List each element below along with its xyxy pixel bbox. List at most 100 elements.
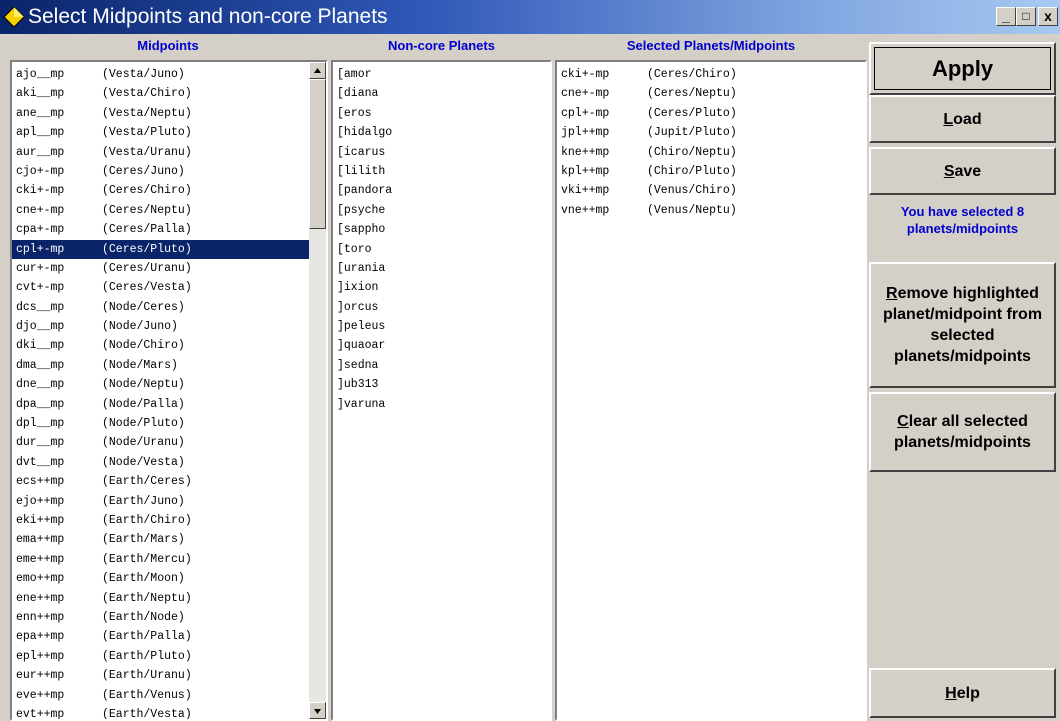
list-item[interactable]: enn++mp (Earth/Node) [12,608,309,627]
list-item[interactable]: ]sedna [333,356,550,375]
save-button[interactable]: Save [869,147,1056,195]
midpoints-list[interactable]: ajo__mp (Vesta/Juno) aki__mp (Vesta/Chiro) a… [10,60,328,721]
list-item[interactable]: cne+-mp (Ceres/Neptu) [12,201,309,220]
list-item[interactable]: [diana [333,84,550,103]
list-item[interactable]: ]peleus [333,317,550,336]
list-item[interactable]: kne++mp (Chiro/Neptu) [557,143,865,162]
list-item[interactable]: ene++mp (Earth/Neptu) [12,589,309,608]
item-code: ecs++mp [16,475,65,489]
list-item[interactable]: cpl+-mp (Ceres/Pluto) [12,239,309,259]
list-item[interactable]: ema++mp (Earth/Mars) [12,530,309,549]
item-name: (Vesta/Uranu) [102,145,192,159]
list-item[interactable]: ejo++mp (Earth/Juno) [12,492,309,511]
list-item[interactable]: jpl++mp (Jupit/Pluto) [557,123,865,142]
list-item[interactable]: ]quaoar [333,336,550,355]
item-label: ]varuna [337,397,386,411]
item-name: (Node/Uranu) [102,436,185,450]
item-code: dma__mp [16,358,65,372]
item-code: dki__mp [16,339,65,353]
list-item[interactable]: epa++mp (Earth/Palla) [12,627,309,646]
close-button[interactable]: x [1038,7,1058,26]
list-item[interactable]: [urania [333,259,550,278]
scroll-up-button[interactable] [309,62,326,79]
list-item[interactable]: dki__mp (Node/Chiro) [12,336,309,355]
item-label: ]ub313 [337,378,379,392]
item-name: (Ceres/Pluto) [647,106,737,120]
list-item[interactable]: dne__mp (Node/Neptu) [12,375,309,394]
list-item[interactable]: ]orcus [333,298,550,317]
item-code: dpa__mp [16,397,65,411]
list-item[interactable]: dpa__mp (Node/Palla) [12,395,309,414]
list-item[interactable]: [amor [333,65,550,84]
item-label: [sappho [337,223,386,237]
noncore-list[interactable]: [amor [diana [eros [hidalgo [icarus [lilith [p… [331,60,552,721]
apply-button[interactable]: Apply [869,42,1056,95]
list-item[interactable]: eme++mp (Earth/Mercu) [12,550,309,569]
list-item[interactable]: eur++mp (Earth/Uranu) [12,666,309,685]
load-button[interactable]: Load [869,95,1056,143]
load-label: Load [943,110,982,128]
item-name: (Node/Pluto) [102,417,185,431]
list-item[interactable]: aur__mp (Vesta/Uranu) [12,143,309,162]
list-item[interactable]: [toro [333,240,550,259]
list-item[interactable]: eve++mp (Earth/Venus) [12,686,309,705]
list-item[interactable]: cjo+-mp (Ceres/Juno) [12,162,309,181]
list-item[interactable]: [hidalgo [333,123,550,142]
item-code: ema++mp [16,533,65,547]
list-item[interactable]: dcs__mp (Node/Ceres) [12,298,309,317]
list-item[interactable]: eki++mp (Earth/Chiro) [12,511,309,530]
list-item[interactable]: cpa+-mp (Ceres/Palla) [12,220,309,239]
list-item[interactable]: epl++mp (Earth/Pluto) [12,647,309,666]
item-name: (Ceres/Palla) [102,223,192,237]
midpoints-scrollbar[interactable] [309,62,326,719]
list-item[interactable]: cki+-mp (Ceres/Chiro) [557,65,865,84]
remove-button[interactable]: Remove highlighted planet/midpoint from … [869,262,1056,388]
list-item[interactable]: ane__mp (Vesta/Neptu) [12,104,309,123]
list-item[interactable]: dma__mp (Node/Mars) [12,356,309,375]
list-item[interactable]: evt++mp (Earth/Vesta) [12,705,309,719]
list-item[interactable]: vki++mp (Venus/Chiro) [557,181,865,200]
list-item[interactable]: ecs++mp (Earth/Ceres) [12,472,309,491]
list-item[interactable]: [icarus [333,143,550,162]
help-button[interactable]: Help [869,668,1056,718]
list-item[interactable]: [pandora [333,181,550,200]
selected-list[interactable]: cki+-mp (Ceres/Chiro) cne+-mp (Ceres/Neptu)… [555,60,867,721]
list-item[interactable]: cne+-mp (Ceres/Neptu) [557,84,865,103]
item-code: cjo+-mp [16,164,65,178]
list-item[interactable]: ajo__mp (Vesta/Juno) [12,65,309,84]
item-code: ene++mp [16,591,65,605]
item-name: (Ceres/Juno) [102,164,185,178]
list-item[interactable]: ]ub313 [333,375,550,394]
list-item[interactable]: [lilith [333,162,550,181]
list-item[interactable]: emo++mp (Earth/Moon) [12,569,309,588]
title-bar[interactable]: Select Midpoints and non-core Planets _ … [0,0,1060,34]
list-item[interactable]: [psyche [333,201,550,220]
item-code: djo__mp [16,320,65,334]
list-item[interactable]: djo__mp (Node/Juno) [12,317,309,336]
list-item[interactable]: cvt+-mp (Ceres/Vesta) [12,278,309,297]
item-name: (Vesta/Chiro) [102,87,192,101]
list-item[interactable]: cur+-mp (Ceres/Uranu) [12,259,309,278]
list-item[interactable]: aki__mp (Vesta/Chiro) [12,84,309,103]
clear-all-button[interactable]: Clear all selected planets/midpoints [869,392,1056,472]
list-item[interactable]: [sappho [333,220,550,239]
list-item[interactable]: vne++mp (Venus/Neptu) [557,201,865,220]
item-name: (Ceres/Chiro) [102,184,192,198]
list-item[interactable]: apl__mp (Vesta/Pluto) [12,123,309,142]
item-name: (Ceres/Pluto) [102,242,192,256]
list-item[interactable]: ]ixion [333,278,550,297]
list-item[interactable]: cpl+-mp (Ceres/Pluto) [557,104,865,123]
list-item[interactable]: ]varuna [333,395,550,414]
list-item[interactable]: dur__mp (Node/Uranu) [12,433,309,452]
list-item[interactable]: kpl++mp (Chiro/Pluto) [557,162,865,181]
maximize-button[interactable]: □ [1016,7,1036,26]
scroll-down-button[interactable] [309,702,326,719]
list-item[interactable]: [eros [333,104,550,123]
item-code: ane__mp [16,106,65,120]
item-code: vki++mp [561,184,610,198]
minimize-button[interactable]: _ [996,7,1016,26]
list-item[interactable]: cki+-mp (Ceres/Chiro) [12,181,309,200]
scroll-thumb[interactable] [309,79,326,229]
list-item[interactable]: dvt__mp (Node/Vesta) [12,453,309,472]
list-item[interactable]: dpl__mp (Node/Pluto) [12,414,309,433]
